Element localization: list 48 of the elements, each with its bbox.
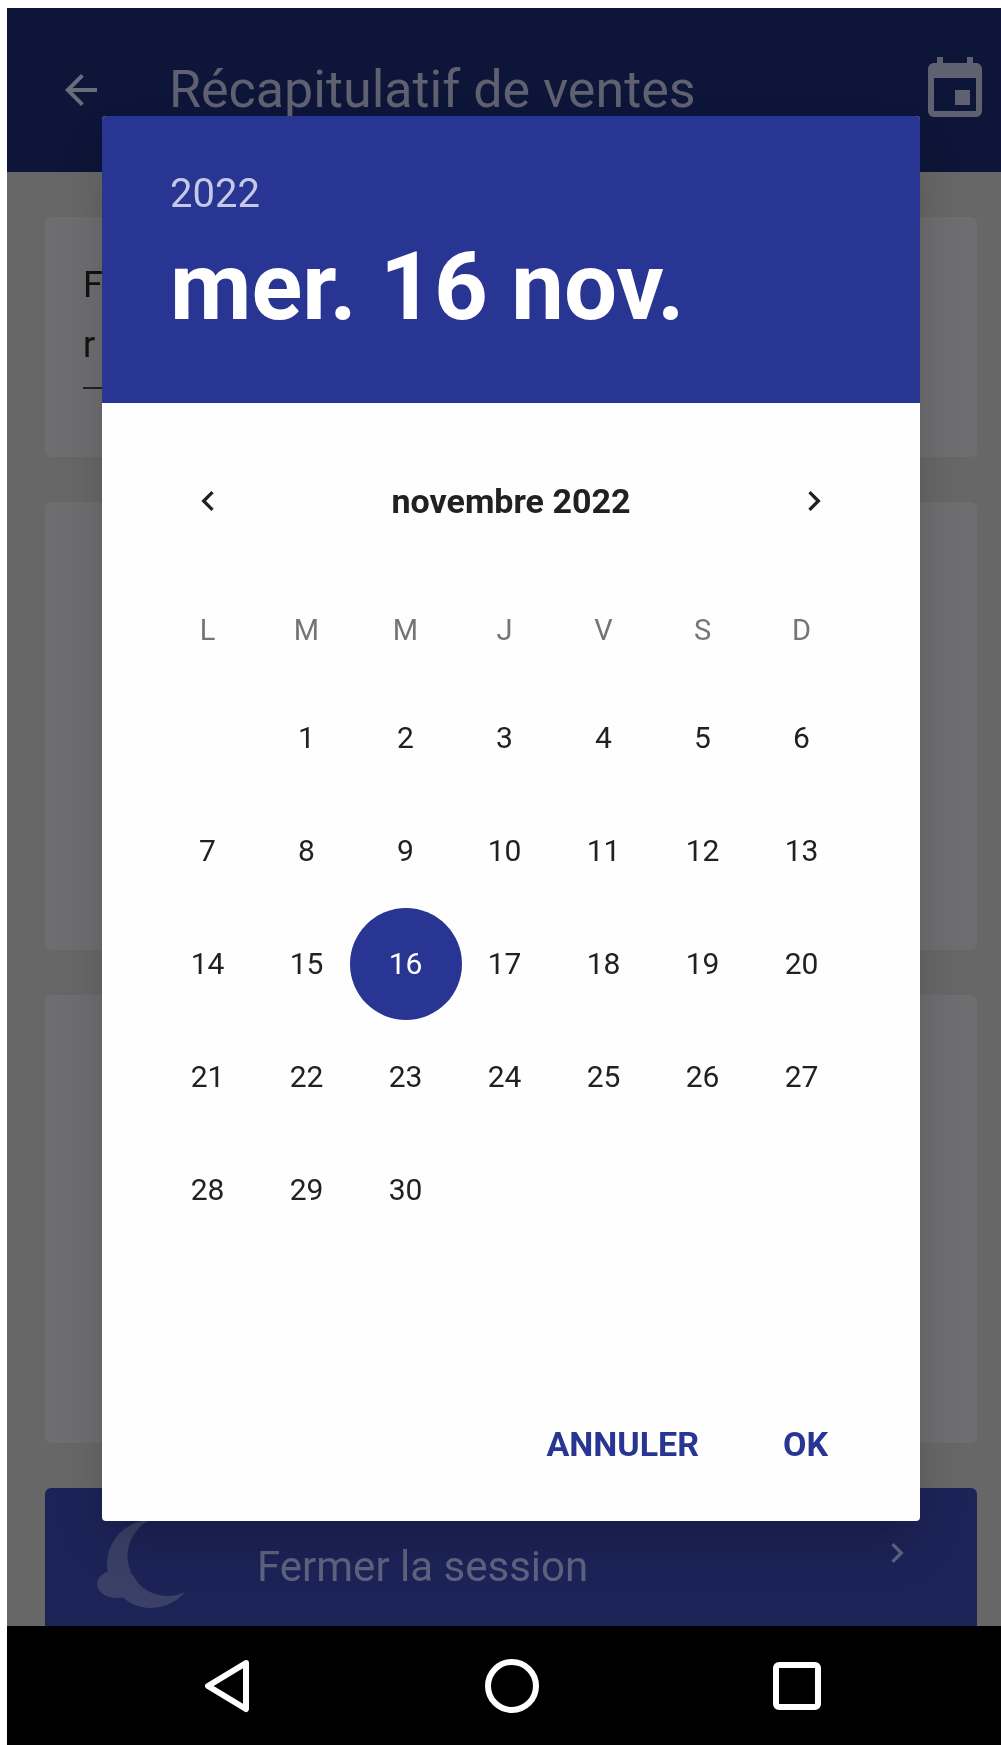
day-cell[interactable]: 9 [367,812,444,889]
day-cell[interactable]: 29 [268,1151,345,1228]
card-text: F [83,263,103,308]
day-cell[interactable]: 21 [169,1038,246,1115]
day-cell[interactable]: 12 [664,812,741,889]
day-cell[interactable]: 25 [565,1038,642,1115]
day-cell[interactable]: 23 [367,1038,444,1115]
day-cell[interactable]: 8 [268,812,345,889]
day-cell[interactable]: 6 [763,699,840,776]
day-cell[interactable]: 10 [466,812,543,889]
day-cell[interactable]: 18 [565,925,642,1002]
month-label: novembre 2022 [391,479,631,523]
day-cell[interactable]: 17 [466,925,543,1002]
day-cell[interactable]: 24 [466,1038,543,1115]
day-cell[interactable]: 13 [763,812,840,889]
day-cell[interactable]: 30 [367,1151,444,1228]
day-cell[interactable]: 4 [565,699,642,776]
weekday-label: D [791,612,812,649]
day-cell[interactable]: 15 [268,925,345,1002]
day-cell[interactable]: 3 [466,699,543,776]
dialog-button[interactable]: ANNULER [540,1415,705,1473]
day-cell[interactable]: 22 [268,1038,345,1115]
year-label[interactable]: 2022 [170,170,260,218]
card-text: r [83,323,96,368]
day-cell[interactable]: 5 [664,699,741,776]
day-cell[interactable]: 14 [169,925,246,1002]
back-triangle-icon[interactable] [202,1658,252,1713]
weekday-label: S [692,612,713,649]
home-circle-icon[interactable] [484,1657,540,1714]
page-title: Récapitulatif de ventes [169,58,696,122]
weekday-label: J [495,612,514,649]
day-cell[interactable]: 20 [763,925,840,1002]
day-cell[interactable]: 19 [664,925,741,1002]
day-cell[interactable]: 27 [763,1038,840,1115]
weekday-label: M [292,612,321,649]
dialog-button[interactable]: OK [776,1415,834,1473]
day-cell[interactable]: 16 [349,907,462,1020]
weekday-label: V [593,612,614,649]
weekday-label: M [391,612,420,649]
day-cell[interactable]: 28 [169,1151,246,1228]
selected-date[interactable]: mer. 16 nov. [170,232,685,342]
day-cell[interactable]: 11 [565,812,642,889]
day-cell[interactable]: 1 [268,699,345,776]
square-icon[interactable] [772,1660,822,1711]
day-cell[interactable]: 26 [664,1038,741,1115]
day-cell[interactable]: 7 [169,812,246,889]
weekday-label: L [198,612,217,649]
day-cell[interactable]: 2 [367,699,444,776]
